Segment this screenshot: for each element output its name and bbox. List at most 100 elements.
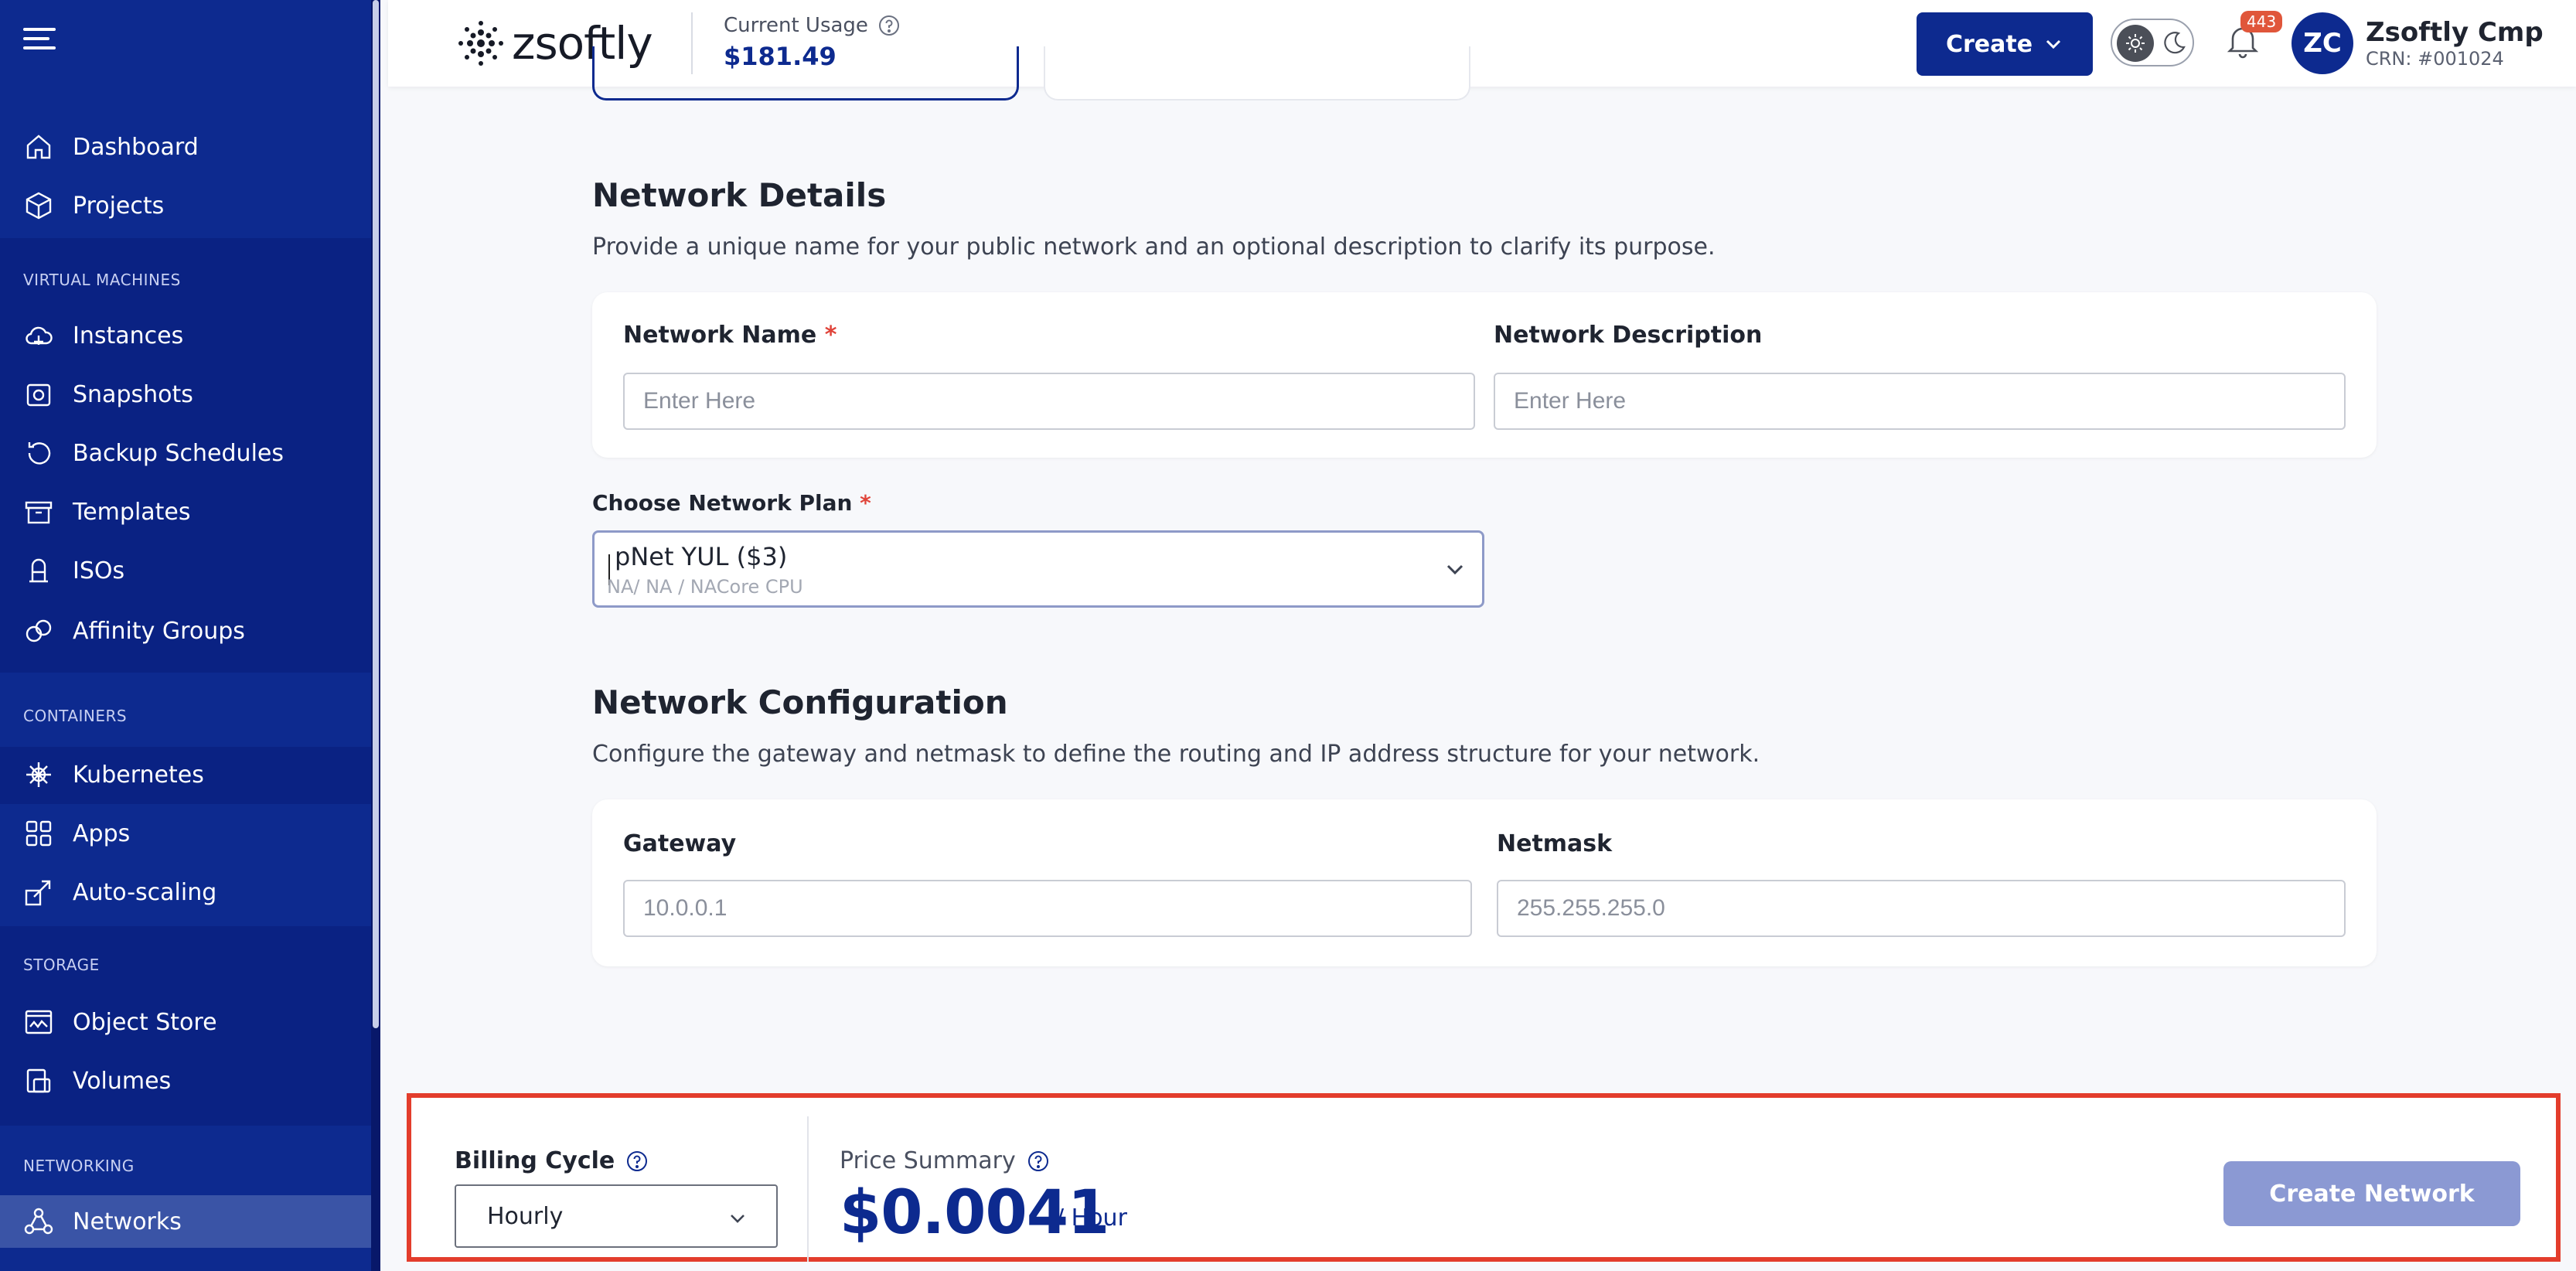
network-plan-subtext: NA/ NA / NACore CPU	[607, 576, 803, 598]
network-description-placeholder: Enter Here	[1514, 388, 1627, 414]
sidebar-item-label: Networks	[73, 1208, 182, 1235]
sidebar-item-instances[interactable]: Instances	[0, 309, 371, 362]
price-footer: Billing Cycle Hourly Price Summary $0.00…	[407, 1093, 2561, 1262]
disc-icon	[29, 558, 48, 583]
netmask-placeholder: 255.255.255.0	[1517, 895, 1665, 921]
sun-icon	[2117, 25, 2154, 62]
network-details-card: Network Name * Enter Here Network Descri…	[592, 292, 2377, 458]
usage-label-text: Current Usage	[724, 14, 868, 37]
sidebar-item-projects[interactable]: Projects	[0, 179, 371, 232]
network-description-label: Network Description	[1494, 322, 1763, 349]
affinity-icon	[26, 619, 52, 642]
price-summary-label-text: Price Summary	[840, 1147, 1016, 1174]
sidebar-section-title: VIRTUAL MACHINES	[23, 271, 181, 289]
sidebar-item-snapshots[interactable]: Snapshots	[0, 368, 371, 421]
network-details-title: Network Details	[592, 176, 887, 214]
plan-card-selected[interactable]	[592, 46, 1019, 101]
network-details-description: Provide a unique name for your public ne…	[592, 233, 1716, 261]
helm-icon	[26, 762, 51, 787]
apps-grid-icon	[26, 820, 52, 847]
gateway-input[interactable]: 10.0.0.1	[623, 880, 1472, 937]
sidebar-item-label: Affinity Groups	[73, 617, 245, 645]
sidebar-section-title: NETWORKING	[23, 1157, 135, 1175]
network-plan-label-text: Choose Network Plan	[592, 490, 853, 516]
history-icon	[28, 442, 51, 465]
moon-icon	[2164, 32, 2186, 54]
logo-dots-icon	[458, 21, 503, 66]
sidebar-item-label: ISOs	[73, 557, 125, 584]
netmask-input[interactable]: 255.255.255.0	[1497, 880, 2346, 937]
create-button[interactable]: Create	[1917, 12, 2093, 76]
chevron-down-icon	[731, 1215, 745, 1223]
sidebar-section-title: CONTAINERS	[23, 707, 128, 725]
chevron-down-icon	[2046, 39, 2061, 49]
sidebar-item-auto-scaling[interactable]: Auto-scaling	[0, 866, 371, 918]
help-icon[interactable]	[877, 14, 901, 37]
sidebar-top-block: Dashboard Projects	[0, 116, 371, 237]
usage-label: Current Usage	[724, 14, 901, 37]
user-name[interactable]: Zsoftly Cmp	[2366, 17, 2544, 48]
sidebar-item-label: Backup Schedules	[73, 439, 284, 467]
help-icon[interactable]	[625, 1150, 649, 1173]
sidebar-item-affinity-groups[interactable]: Affinity Groups	[0, 605, 371, 657]
network-plan-label: Choose Network Plan *	[592, 490, 871, 516]
sidebar-item-networks[interactable]: Networks	[0, 1195, 371, 1248]
theme-toggle[interactable]	[2111, 19, 2194, 66]
sidebar-item-object-store[interactable]: Object Store	[0, 996, 371, 1048]
sidebar-scrollbar[interactable]	[371, 0, 380, 1271]
billing-cycle-label-text: Billing Cycle	[455, 1147, 615, 1174]
home-icon	[26, 135, 51, 159]
create-network-button[interactable]: Create Network	[2223, 1161, 2520, 1226]
help-icon[interactable]	[1027, 1150, 1050, 1173]
sidebar-section-vm: VIRTUAL MACHINES Instances Snapshots Bac…	[0, 238, 371, 673]
required-marker: *	[824, 322, 837, 349]
sidebar-item-label: Apps	[73, 820, 131, 847]
network-name-placeholder: Enter Here	[643, 388, 756, 414]
sidebar-item-backup-schedules[interactable]: Backup Schedules	[0, 427, 371, 479]
sidebar-section-networking: NETWORKING Networks	[0, 1127, 371, 1271]
divider	[807, 1116, 809, 1262]
user-crn: CRN: #001024	[2366, 48, 2504, 70]
network-plan-select[interactable]: pNet YUL ($3) NA/ NA / NACore CPU	[592, 530, 1484, 608]
sidebar-section-storage: STORAGE Object Store Volumes	[0, 926, 371, 1126]
plan-card[interactable]	[1044, 46, 1470, 101]
price-unit: / Hour	[1056, 1205, 1127, 1232]
create-button-label: Create	[1945, 30, 2033, 58]
sidebar: Dashboard Projects VIRTUAL MACHINES Inst…	[0, 0, 380, 1271]
network-configuration-card: Gateway 10.0.0.1 Netmask 255.255.255.0	[592, 799, 2377, 966]
network-icon	[24, 1208, 53, 1235]
network-plan-value: pNet YUL ($3)	[615, 542, 788, 571]
network-name-label: Network Name *	[623, 322, 837, 349]
volumes-icon	[26, 1068, 51, 1093]
menu-icon[interactable]	[23, 28, 56, 51]
sidebar-item-apps[interactable]: Apps	[0, 807, 371, 860]
sidebar-item-templates[interactable]: Templates	[0, 486, 371, 538]
scale-icon	[25, 880, 51, 906]
avatar[interactable]: ZC	[2291, 12, 2353, 74]
cube-icon	[26, 192, 52, 220]
archive-icon	[25, 501, 53, 524]
sidebar-item-label: Projects	[73, 192, 165, 220]
sidebar-item-label: Templates	[73, 498, 191, 526]
network-description-input[interactable]: Enter Here	[1494, 373, 2346, 430]
cloud-icon	[26, 326, 53, 345]
network-configuration-description: Configure the gateway and netmask to def…	[592, 741, 1760, 768]
sidebar-item-label: Auto-scaling	[73, 878, 217, 906]
sidebar-item-isos[interactable]: ISOs	[0, 544, 371, 597]
gateway-placeholder: 10.0.0.1	[643, 895, 727, 921]
billing-cycle-select[interactable]: Hourly	[455, 1184, 778, 1248]
network-name-label-text: Network Name	[623, 322, 817, 349]
sidebar-item-volumes[interactable]: Volumes	[0, 1055, 371, 1107]
network-name-input[interactable]: Enter Here	[623, 373, 1475, 430]
required-marker: *	[860, 490, 871, 516]
billing-cycle-label: Billing Cycle	[455, 1147, 649, 1174]
sidebar-item-label: Snapshots	[73, 380, 193, 408]
chevron-down-icon[interactable]	[1442, 556, 1468, 582]
sidebar-item-label: Instances	[73, 322, 184, 349]
sidebar-item-kubernetes[interactable]: Kubernetes	[0, 748, 371, 801]
sidebar-item-dashboard[interactable]: Dashboard	[0, 121, 371, 173]
netmask-label: Netmask	[1497, 830, 1613, 857]
object-store-icon	[25, 1010, 53, 1034]
sidebar-item-label: Kubernetes	[73, 761, 204, 789]
camera-icon	[26, 383, 51, 407]
